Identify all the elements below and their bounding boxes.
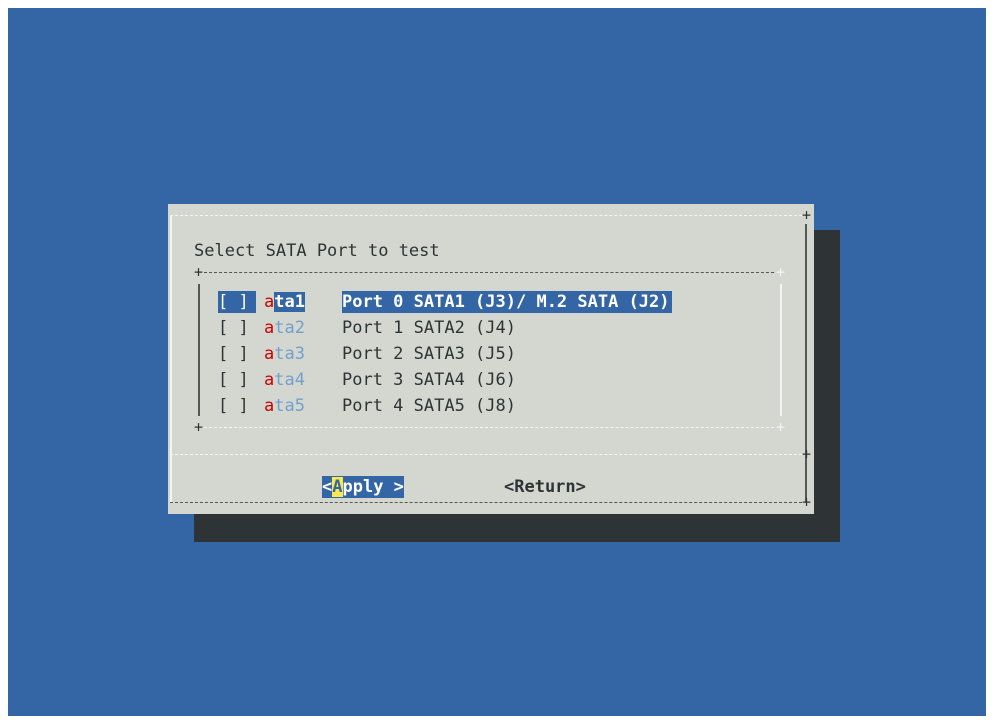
- apply-rest: pply >: [342, 477, 404, 497]
- dialog-title: Select SATA Port to test: [194, 241, 440, 261]
- checklist-dialog: + + Select SATA Port to test + + + + [ ]…: [168, 204, 814, 514]
- list-corner-top-left: +: [194, 263, 204, 281]
- list-corner-top-right: +: [776, 263, 786, 281]
- tag-rest: ta3: [274, 344, 305, 364]
- separator-corner-right: +: [802, 445, 812, 463]
- list-corner-bottom-right: +: [776, 418, 786, 436]
- apply-prefix: <: [322, 477, 333, 497]
- item-description: Port 0 SATA1 (J3)/ M.2 SATA (J2): [342, 291, 672, 313]
- list-item-ata2[interactable]: [ ] ata2 Port 1 SATA2 (J4): [218, 317, 516, 339]
- tag-rest: ta1: [274, 292, 305, 312]
- dialog-border-top: [170, 215, 802, 216]
- list-item-ata5[interactable]: [ ] ata5 Port 4 SATA5 (J8): [218, 395, 516, 417]
- checkbox-ata5[interactable]: [ ]: [218, 395, 264, 417]
- tag-ata4: ata4: [264, 369, 342, 391]
- checkbox-ata4[interactable]: [ ]: [218, 369, 264, 391]
- tag-hotkey: a: [264, 292, 275, 312]
- checkbox-ata2[interactable]: [ ]: [218, 317, 264, 339]
- item-description: Port 2 SATA3 (J5): [342, 344, 516, 364]
- list-item-ata3[interactable]: [ ] ata3 Port 2 SATA3 (J5): [218, 343, 516, 365]
- tag-hotkey: a: [264, 370, 275, 390]
- tag-rest: ta2: [274, 318, 305, 338]
- list-border-left: [198, 284, 200, 416]
- list-border-right: [780, 284, 782, 416]
- tag-ata1: ata1: [264, 291, 342, 313]
- list-border-bottom: [204, 427, 774, 428]
- list-border-top: [204, 272, 774, 273]
- tag-ata2: ata2: [264, 317, 342, 339]
- return-button[interactable]: <Return>: [504, 476, 586, 498]
- terminal-screen: + + Select SATA Port to test + + + + [ ]…: [8, 8, 986, 716]
- tag-hotkey: a: [264, 318, 275, 338]
- button-separator: [170, 454, 802, 455]
- apply-button[interactable]: <Apply >: [322, 476, 404, 498]
- apply-hotkey: A: [332, 477, 343, 497]
- tag-rest: ta4: [274, 370, 305, 390]
- dialog-border-bottom: [170, 502, 802, 503]
- tag-ata5: ata5: [264, 395, 342, 417]
- dialog-corner-top-right: +: [802, 206, 812, 224]
- tag-rest: ta5: [274, 396, 305, 416]
- list-item-ata4[interactable]: [ ] ata4 Port 3 SATA4 (J6): [218, 369, 516, 391]
- list-item-ata1[interactable]: [ ] ata1 Port 0 SATA1 (J3)/ M.2 SATA (J2…: [218, 291, 672, 313]
- dialog-border-left: [170, 216, 172, 502]
- checkbox-ata1[interactable]: [ ]: [218, 291, 256, 313]
- tag-hotkey: a: [264, 344, 275, 364]
- item-description: Port 1 SATA2 (J4): [342, 318, 516, 338]
- item-description: Port 3 SATA4 (J6): [342, 370, 516, 390]
- list-corner-bottom-left: +: [194, 418, 204, 436]
- tag-hotkey: a: [264, 396, 275, 416]
- tag-ata3: ata3: [264, 343, 342, 365]
- item-description: Port 4 SATA5 (J8): [342, 396, 516, 416]
- checkbox-ata3[interactable]: [ ]: [218, 343, 264, 365]
- dialog-corner-bottom-right: +: [802, 493, 812, 511]
